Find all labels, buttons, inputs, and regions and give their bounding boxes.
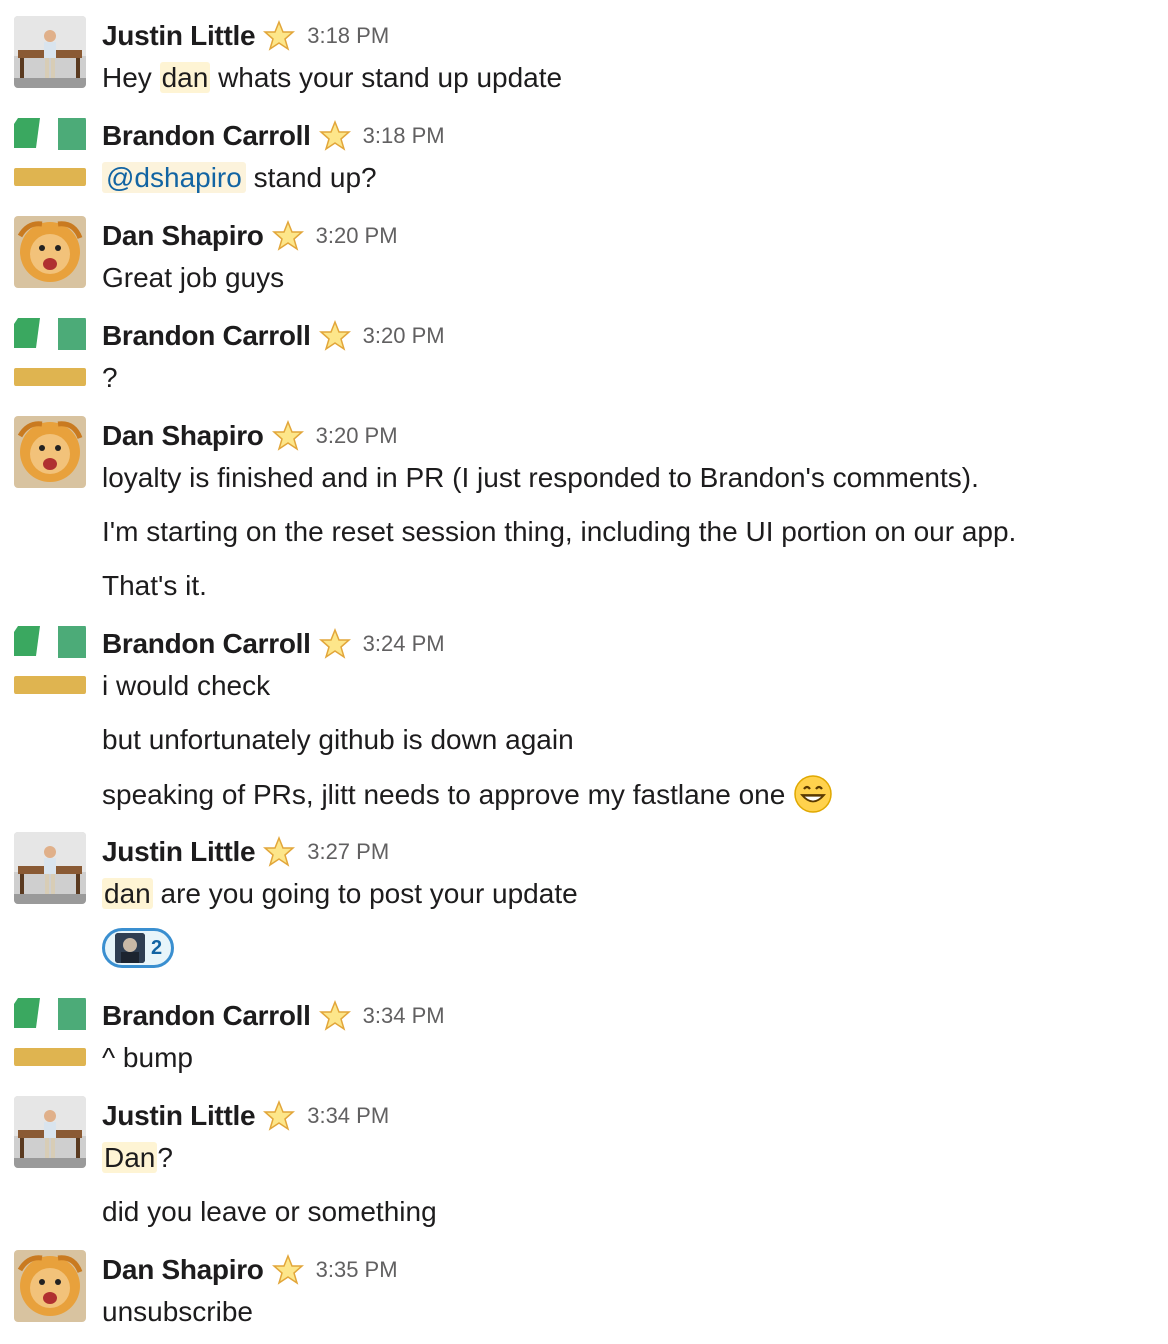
author-name[interactable]: Justin Little: [102, 20, 256, 52]
message: Dan Shapiro 3:35 PM unsubscribe: [0, 1250, 1168, 1344]
author-name[interactable]: Justin Little: [102, 836, 256, 868]
author-name[interactable]: Brandon Carroll: [102, 320, 311, 352]
author-name[interactable]: Brandon Carroll: [102, 120, 311, 152]
grinning-face-emoji: [793, 774, 833, 814]
message: Justin Little 3:34 PM Dan? did you leave…: [0, 1096, 1168, 1236]
reaction-pill[interactable]: 2: [102, 928, 174, 968]
message-text: dan are you going to post your update: [102, 878, 578, 909]
author-name[interactable]: Brandon Carroll: [102, 628, 311, 660]
message-text: loyalty is finished and in PR (I just re…: [102, 462, 979, 493]
timestamp[interactable]: 3:27 PM: [307, 839, 389, 865]
message-text-span: speaking of PRs, jlitt needs to approve …: [102, 779, 786, 810]
star-icon: [271, 220, 304, 252]
reaction-count: 2: [151, 936, 163, 959]
star-icon: [318, 320, 351, 352]
timestamp[interactable]: 3:18 PM: [307, 23, 389, 49]
brandon-avatar[interactable]: [14, 624, 86, 696]
author-name[interactable]: Dan Shapiro: [102, 420, 264, 452]
star-icon: [271, 1254, 304, 1286]
message-text-span: ?: [157, 1142, 173, 1173]
message-text: Great job guys: [102, 262, 285, 293]
star-icon: [263, 836, 296, 868]
message-text: ?: [102, 362, 118, 393]
star-icon: [263, 1100, 296, 1132]
message: Justin Little 3:27 PM dan are you going …: [0, 832, 1168, 982]
brandon-avatar[interactable]: [14, 996, 86, 1068]
highlight-mention: dan: [159, 62, 211, 93]
highlight-mention: dan: [102, 878, 153, 909]
timestamp[interactable]: 3:24 PM: [363, 631, 445, 657]
message-text: speaking of PRs, jlitt needs to approve …: [102, 774, 833, 815]
author-name[interactable]: Dan Shapiro: [102, 1254, 264, 1286]
message-text: That's it.: [102, 570, 207, 601]
message-text: ^ bump: [102, 1042, 193, 1073]
dan-avatar[interactable]: [14, 216, 86, 288]
message: Dan Shapiro 3:20 PM Great job guys: [0, 216, 1168, 296]
dan-avatar[interactable]: [14, 416, 86, 488]
timestamp[interactable]: 3:20 PM: [316, 423, 398, 449]
message-text: did you leave or something: [102, 1196, 437, 1227]
message: Brandon Carroll 3:18 PM @dshapiro stand …: [0, 116, 1168, 196]
star-icon: [271, 420, 304, 452]
timestamp[interactable]: 3:18 PM: [363, 123, 445, 149]
message-text: I'm starting on the reset session thing,…: [102, 516, 1017, 547]
user-mention[interactable]: @dshapiro: [102, 162, 246, 193]
message: Brandon Carroll 3:24 PM i would check bu…: [0, 624, 1168, 820]
message-text: Hey dan whats your stand up update: [102, 62, 563, 93]
timestamp[interactable]: 3:35 PM: [316, 1257, 398, 1283]
star-icon: [263, 20, 296, 52]
star-icon: [318, 120, 351, 152]
brandon-avatar[interactable]: [14, 316, 86, 388]
justin-avatar[interactable]: [14, 1096, 86, 1168]
highlight-mention: Dan: [102, 1142, 158, 1173]
brandon-avatar[interactable]: [14, 116, 86, 188]
justin-avatar[interactable]: [14, 16, 86, 88]
star-icon: [318, 628, 351, 660]
message-text: i would check: [102, 670, 271, 701]
dan-avatar[interactable]: [14, 1250, 86, 1322]
author-name[interactable]: Brandon Carroll: [102, 1000, 311, 1032]
message-text: @dshapiro stand up?: [102, 158, 377, 198]
message: Brandon Carroll 3:34 PM ^ bump: [0, 996, 1168, 1076]
message: Justin Little 3:18 PM Hey dan whats your…: [0, 16, 1168, 96]
justin-avatar[interactable]: [14, 832, 86, 904]
message-feed: Justin Little 3:18 PM Hey dan whats your…: [0, 0, 1168, 1344]
author-name[interactable]: Justin Little: [102, 1100, 256, 1132]
timestamp[interactable]: 3:34 PM: [363, 1003, 445, 1029]
message: Dan Shapiro 3:20 PM loyalty is finished …: [0, 416, 1168, 606]
message: Brandon Carroll 3:20 PM ?: [0, 316, 1168, 396]
message-text: Dan?: [102, 1138, 173, 1178]
timestamp[interactable]: 3:34 PM: [307, 1103, 389, 1129]
reaction-avatar-icon: [115, 933, 145, 963]
message-text: but unfortunately github is down again: [102, 724, 574, 755]
message-text: unsubscribe: [102, 1296, 253, 1327]
star-icon: [318, 1000, 351, 1032]
timestamp[interactable]: 3:20 PM: [316, 223, 398, 249]
timestamp[interactable]: 3:20 PM: [363, 323, 445, 349]
author-name[interactable]: Dan Shapiro: [102, 220, 264, 252]
